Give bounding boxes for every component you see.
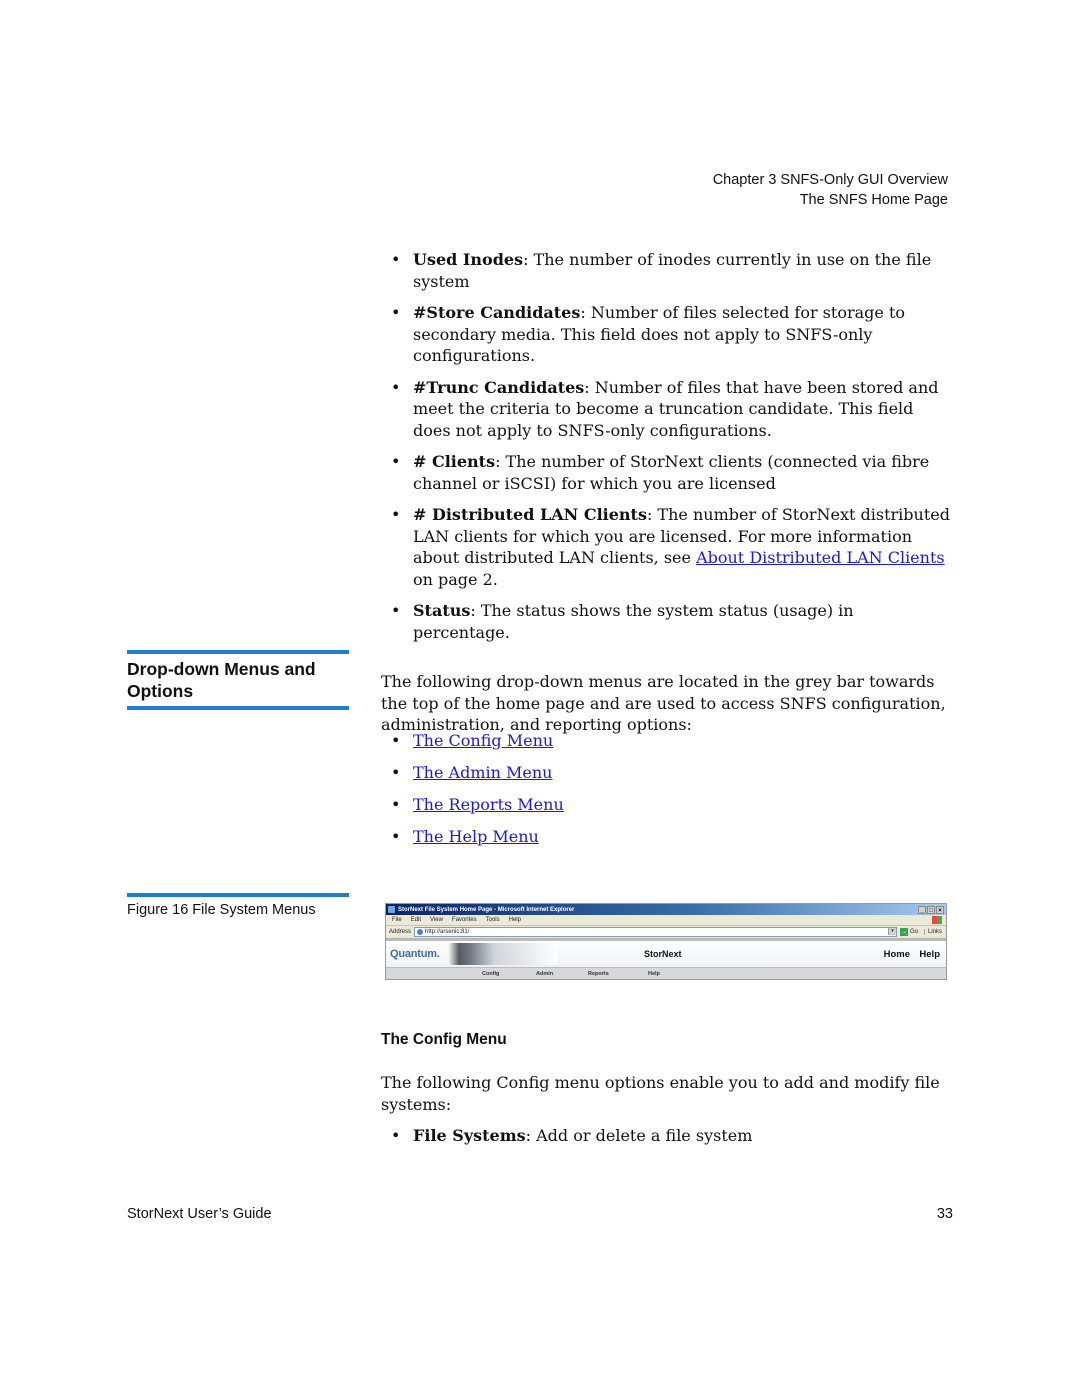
address-label: Address — [389, 929, 412, 935]
list-item: • The Reports Menu — [381, 794, 953, 816]
links-label: Links — [923, 929, 942, 935]
running-header: Chapter 3 SNFS-Only GUI Overview The SNF… — [713, 171, 948, 210]
field-description-list: • Used Inodes: The number of inodes curre… — [381, 249, 953, 653]
nav-admin: Admin — [536, 971, 554, 977]
section-heading: Drop-down Menus and Options — [127, 659, 316, 701]
menu-favorites: Favorites — [451, 917, 477, 923]
nav-help: Help — [648, 971, 660, 977]
bullet-icon: • — [391, 827, 401, 846]
chevron-down-icon: ▾ — [887, 928, 896, 935]
list-item: • The Admin Menu — [381, 762, 953, 784]
menu-link-list: • The Config Menu • The Admin Menu • The Re… — [381, 730, 953, 858]
list-item: • Used Inodes: The number of inodes curre… — [381, 249, 953, 292]
banner-photo — [448, 943, 558, 965]
home-link: Home — [883, 948, 910, 960]
footer-title: StorNext User’s Guide — [127, 1206, 272, 1222]
list-item: • #Store Candidates: Number of files sele… — [381, 302, 953, 367]
rule-bottom — [127, 706, 349, 710]
config-menu-heading: The Config Menu — [381, 1031, 507, 1048]
address-bar: Address http://arsenic:81/ ▾ → Go Links — [386, 926, 946, 939]
help-menu-link[interactable]: The Help Menu — [413, 827, 539, 846]
bullet-icon: • — [391, 377, 401, 397]
dropdown-intro-paragraph: The following drop-down menus are locate… — [381, 672, 946, 734]
term: #Store Candidates — [413, 303, 581, 322]
browser-screenshot: StorNext File System Home Page - Microso… — [385, 903, 947, 980]
term: Used Inodes — [413, 250, 524, 269]
list-item: • The Help Menu — [381, 826, 953, 848]
quantum-logo: Quantum. — [390, 948, 440, 960]
nav-reports: Reports — [588, 971, 609, 977]
section-title: The SNFS Home Page — [799, 191, 948, 208]
bullet-icon: • — [391, 795, 401, 814]
bullet-icon: • — [391, 1126, 401, 1145]
go-button: → Go — [899, 928, 918, 936]
help-link: Help — [919, 948, 940, 960]
address-field: http://arsenic:81/ ▾ — [414, 927, 897, 937]
menu-file: File — [392, 917, 402, 923]
config-intro-paragraph: The following Config menu options enable… — [381, 1073, 940, 1114]
config-option-list: • File Systems: Add or delete a file syst… — [381, 1125, 953, 1157]
list-item: • # Distributed LAN Clients: The number o… — [381, 504, 953, 590]
description: : The status shows the system status (us… — [413, 601, 854, 642]
term: # Distributed LAN Clients — [413, 505, 647, 524]
address-value: http://arsenic:81/ — [425, 929, 470, 935]
reports-menu-link[interactable]: The Reports Menu — [413, 795, 564, 814]
minimize-icon: _ — [918, 905, 926, 914]
bullet-icon: • — [391, 250, 401, 269]
window-title: StorNext File System Home Page - Microso… — [398, 906, 575, 913]
bullet-icon: • — [391, 452, 401, 471]
list-item: • File Systems: Add or delete a file syst… — [381, 1125, 953, 1147]
list-item: • # Clients: The number of StorNext clien… — [381, 451, 953, 494]
window-controls: _ □ × — [918, 905, 944, 914]
term: # Clients — [413, 452, 496, 471]
config-menu-link[interactable]: The Config Menu — [413, 731, 553, 750]
description: : Add or delete a file system — [525, 1126, 753, 1145]
admin-menu-link[interactable]: The Admin Menu — [413, 763, 552, 782]
term: File Systems — [413, 1126, 526, 1145]
window-titlebar: StorNext File System Home Page - Microso… — [386, 904, 946, 915]
term: Status — [413, 601, 471, 620]
chapter-title: Chapter 3 SNFS-Only GUI Overview — [712, 172, 948, 188]
list-item: • #Trunc Candidates: Number of files that… — [381, 377, 953, 442]
list-item: • The Config Menu — [381, 730, 953, 752]
list-item: • Status: The status shows the system sta… — [381, 600, 953, 643]
bullet-icon: • — [391, 763, 401, 782]
menu-help: Help — [508, 917, 521, 923]
stornext-banner: Quantum. StorNext Home Help — [386, 939, 946, 967]
bullet-icon: • — [391, 601, 401, 620]
stornext-menu-bar: Config Admin Reports Help — [386, 967, 946, 979]
nav-config: Config — [482, 971, 500, 977]
go-arrow-icon: → — [899, 928, 908, 936]
page-number: 33 — [936, 1206, 953, 1222]
section-sidehead: Drop-down Menus and Options — [127, 650, 349, 710]
bullet-icon: • — [391, 303, 401, 322]
product-name: StorNext — [644, 949, 682, 959]
about-distributed-lan-clients-link[interactable]: About Distributed LAN Clients — [696, 548, 945, 567]
windows-logo-icon — [932, 916, 942, 924]
description-after: on page 2. — [413, 569, 498, 589]
menu-view: View — [430, 917, 443, 923]
go-label: Go — [909, 929, 918, 935]
figure-caption-block: Figure 16 File System Menus — [127, 893, 349, 920]
close-icon: × — [936, 905, 944, 914]
page-icon — [417, 929, 424, 935]
maximize-icon: □ — [927, 905, 935, 914]
bullet-icon: • — [391, 505, 401, 524]
bullet-icon: • — [391, 731, 401, 750]
figure-caption: Figure 16 File System Menus — [127, 902, 316, 918]
browser-menubar: File Edit View Favorites Tools Help — [386, 915, 946, 926]
menu-tools: Tools — [485, 917, 500, 923]
term: #Trunc Candidates — [413, 377, 585, 397]
menu-edit: Edit — [410, 917, 422, 923]
ie-icon — [388, 906, 395, 913]
